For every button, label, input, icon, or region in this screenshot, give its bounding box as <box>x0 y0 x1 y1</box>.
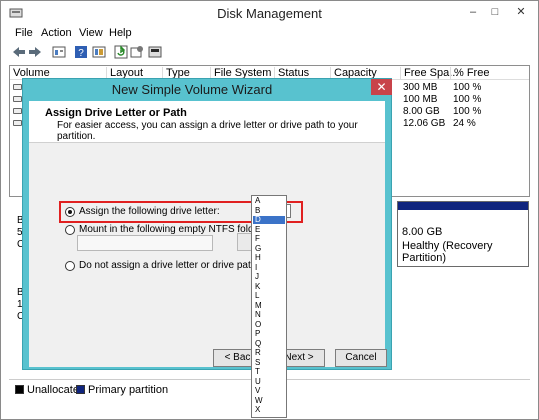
drive-letter-option[interactable]: O <box>253 320 285 329</box>
mount-folder-radio[interactable] <box>65 225 75 235</box>
drive-letter-option[interactable]: N <box>253 311 285 319</box>
drive-icon <box>13 120 22 126</box>
wizard-heading: Assign Drive Letter or Path <box>45 107 187 119</box>
assign-letter-radio[interactable] <box>65 207 75 217</box>
drive-letter-option[interactable]: K <box>253 282 285 291</box>
drive-letter-option[interactable]: I <box>253 263 285 272</box>
percent-free-value: 100 % <box>453 94 482 105</box>
drive-letter-dropdown[interactable]: ABDEFGHIJKLMNOPQRSTUVWX <box>251 195 287 418</box>
percent-free-value: 100 % <box>453 82 482 93</box>
wizard-subtitle: For easier access, you can assign a driv… <box>57 120 358 142</box>
window-title: Disk Management <box>217 6 322 21</box>
menu-action[interactable]: Action <box>41 27 72 39</box>
drive-letter-option[interactable]: F <box>253 235 285 243</box>
close-button[interactable]: ✕ <box>506 3 536 21</box>
free-space-value: 100 MB <box>403 94 438 105</box>
drive-letter-option[interactable]: M <box>253 301 285 310</box>
drive-letter-option[interactable]: H <box>253 254 285 262</box>
partition-size: 8.00 GB <box>402 226 443 238</box>
drive-icon <box>13 96 22 102</box>
drive-letter-option[interactable]: V <box>253 387 285 395</box>
percent-free-value: 100 % <box>453 106 482 117</box>
properties-icon[interactable] <box>51 44 67 60</box>
back-icon[interactable] <box>11 44 27 60</box>
drive-letter-option[interactable]: R <box>253 349 285 357</box>
drive-letter-option[interactable]: E <box>253 225 285 234</box>
unallocated-swatch <box>15 385 24 394</box>
drive-letter-option[interactable]: D <box>253 216 285 224</box>
assign-letter-label: Assign the following drive letter: <box>79 206 220 217</box>
drive-letter-option[interactable]: A <box>253 197 285 205</box>
primary-partition-swatch <box>76 385 85 394</box>
no-letter-radio[interactable] <box>65 261 75 271</box>
drive-letter-option[interactable]: Q <box>253 339 285 348</box>
forward-icon[interactable] <box>27 44 43 60</box>
svg-text:?: ? <box>78 48 84 59</box>
refresh-icon[interactable] <box>113 44 129 60</box>
toolbar: ? <box>1 42 538 62</box>
minimize-button[interactable]: – <box>462 3 484 21</box>
wizard-close-button[interactable]: ✕ <box>371 79 392 95</box>
drive-letter-option[interactable]: L <box>253 292 285 300</box>
recovery-partition[interactable]: 8.00 GB Healthy (Recovery Partition) <box>397 201 529 267</box>
drive-letter-option[interactable]: J <box>253 273 285 281</box>
menu-bar: File Action View Help <box>1 27 538 41</box>
drive-letter-option[interactable]: P <box>253 330 285 338</box>
no-letter-label: Do not assign a drive letter or drive pa… <box>79 260 257 271</box>
drive-letter-option[interactable]: G <box>253 244 285 253</box>
drive-letter-option[interactable]: T <box>253 368 285 376</box>
view-icon[interactable] <box>91 44 107 60</box>
wizard-title: New Simple Volume Wizard <box>111 82 273 97</box>
drive-letter-option[interactable]: S <box>253 358 285 367</box>
drive-icon <box>13 84 22 90</box>
table-row[interactable]: 300 MB 100 % <box>400 82 528 94</box>
maximize-button[interactable]: □ <box>484 3 506 21</box>
primary-partition-band <box>398 202 528 210</box>
table-row[interactable]: 12.06 GB 24 % <box>400 118 528 130</box>
drive-letter-option[interactable]: U <box>253 377 285 386</box>
menu-view[interactable]: View <box>79 27 103 39</box>
partition-status: Healthy (Recovery Partition) <box>402 240 493 264</box>
drive-letter-option[interactable]: W <box>253 396 285 405</box>
disk-icon[interactable] <box>147 44 163 60</box>
folder-path-input[interactable] <box>77 235 213 251</box>
column-percent-free[interactable]: % Free <box>450 67 489 80</box>
percent-free-value: 24 % <box>453 118 476 129</box>
table-row[interactable]: 100 MB 100 % <box>400 94 528 106</box>
free-space-value: 12.06 GB <box>403 118 446 129</box>
cancel-button[interactable]: Cancel <box>335 349 387 367</box>
table-row[interactable]: 8.00 GB 100 % <box>400 106 528 118</box>
legend-primary-partition: Primary partition <box>88 384 169 396</box>
drive-letter-option[interactable]: B <box>253 206 285 215</box>
help-icon[interactable]: ? <box>73 44 89 60</box>
drive-icon <box>13 108 22 114</box>
drive-letter-option[interactable]: X <box>253 406 285 414</box>
wizard-body: Assign Drive Letter or Path For easier a… <box>29 101 387 367</box>
menu-help[interactable]: Help <box>109 27 132 39</box>
title-bar: Disk Management – □ ✕ <box>1 1 538 27</box>
new-simple-volume-wizard: New Simple Volume Wizard ✕ Assign Drive … <box>22 78 392 370</box>
free-space-value: 8.00 GB <box>403 106 440 117</box>
wizard-header: Assign Drive Letter or Path For easier a… <box>29 101 385 143</box>
menu-file[interactable]: File <box>15 27 33 39</box>
settings-icon[interactable] <box>129 44 145 60</box>
free-space-value: 300 MB <box>403 82 438 93</box>
